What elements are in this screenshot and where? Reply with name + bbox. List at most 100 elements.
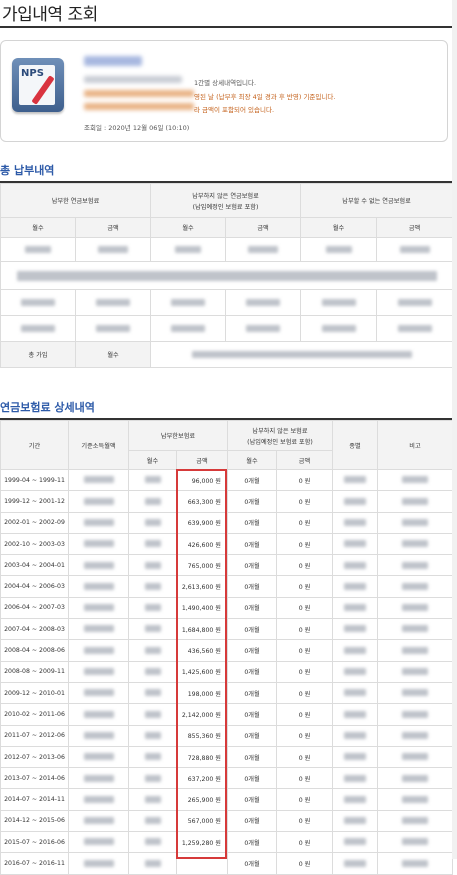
redacted-value bbox=[144, 817, 161, 825]
redacted-cell bbox=[128, 618, 177, 641]
redacted-value bbox=[144, 476, 161, 484]
amount-cell bbox=[176, 852, 228, 875]
table-row: 2008-04 ~ 2008-06 436,560 원 0개월 0 원 bbox=[0, 639, 453, 662]
header-unpaid-line1: 납부하지 않은 연금보험료 bbox=[192, 192, 259, 200]
query-date: 조회일 : 2020년 12월 06일 (10:10) bbox=[84, 124, 190, 132]
unpaid-amount-cell: 0 원 bbox=[276, 639, 333, 662]
period-cell: 2014-07 ~ 2014-11 bbox=[0, 788, 69, 811]
redacted-value bbox=[144, 518, 161, 526]
header-unpaid-line2: (납입예정인 보험료 포함) bbox=[192, 203, 259, 211]
redacted-value bbox=[144, 774, 161, 782]
detail-title: 연금보험료 상세내역 bbox=[0, 401, 95, 414]
redacted-value bbox=[83, 817, 114, 825]
redacted-cell bbox=[68, 724, 129, 747]
header-paid: 납부한보험료 bbox=[128, 420, 228, 451]
table-row: 2016-07 ~ 2016-11 0개월 0 원 bbox=[0, 852, 453, 875]
redacted-value bbox=[402, 859, 428, 867]
redacted-text bbox=[84, 103, 194, 110]
unpaid-months-cell: 0개월 bbox=[227, 639, 277, 662]
redacted-value bbox=[344, 561, 366, 569]
redacted-cell bbox=[377, 852, 453, 875]
redacted-value bbox=[402, 646, 428, 654]
redacted-value bbox=[83, 795, 114, 803]
table-row: 2015-07 ~ 2016-06 1,259,280 원 0개월 0 원 bbox=[0, 831, 453, 854]
amount-cell: 426,600 원 bbox=[176, 532, 228, 556]
redacted-cell bbox=[377, 554, 453, 577]
title-rule bbox=[0, 26, 457, 28]
header-type: 종별 bbox=[332, 420, 378, 470]
info-line-2: 영된 날 (납부후 최장 4일 경과 후 반영) 기준입니다. bbox=[194, 93, 336, 101]
redacted-value bbox=[144, 582, 161, 590]
header-amount: 금액 bbox=[176, 450, 228, 470]
redacted-value bbox=[83, 497, 114, 505]
redacted-cell bbox=[332, 639, 378, 662]
unpaid-months-cell: 0개월 bbox=[227, 831, 277, 854]
header-months: 월수 bbox=[227, 450, 277, 470]
redacted-value bbox=[344, 582, 366, 590]
redacted-value bbox=[402, 476, 428, 484]
redacted-value bbox=[344, 838, 366, 846]
redacted-cell bbox=[332, 681, 378, 705]
redacted-value bbox=[344, 774, 366, 782]
redacted-value bbox=[144, 646, 161, 654]
redacted-cell bbox=[0, 237, 76, 262]
redacted-value bbox=[344, 710, 366, 718]
redacted-value bbox=[402, 753, 428, 761]
redacted-cell bbox=[377, 809, 453, 833]
period-cell: 2013-07 ~ 2014-06 bbox=[0, 767, 69, 790]
table-row: 2010-02 ~ 2011-06 2,142,000 원 0개월 0 원 bbox=[0, 703, 453, 726]
redacted-cell bbox=[332, 468, 378, 492]
unpaid-months-cell: 0개월 bbox=[227, 468, 277, 492]
period-cell: 2004-04 ~ 2006-03 bbox=[0, 575, 69, 598]
redacted-value bbox=[144, 604, 161, 612]
redacted-value bbox=[402, 625, 428, 633]
unpaid-months-cell: 0개월 bbox=[227, 490, 277, 513]
redacted-cell bbox=[300, 289, 378, 316]
header-months: 월수 bbox=[150, 217, 227, 238]
unpaid-amount-cell: 0 원 bbox=[276, 703, 333, 726]
redacted-cell bbox=[332, 554, 378, 577]
header-unpaid-line1: 납부하지 않은 보험료 bbox=[252, 427, 308, 435]
table-row: 2011-07 ~ 2012-06 855,360 원 0개월 0 원 bbox=[0, 724, 453, 747]
redacted-value bbox=[344, 518, 366, 526]
detail-table: 기간 기준소득월액 납부한보험료 납부하지 않은 보험료 (납입예정인 보험료 … bbox=[0, 420, 453, 875]
amount-cell: 728,880 원 bbox=[176, 745, 228, 769]
redacted-cell bbox=[377, 618, 453, 641]
header-note: 비고 bbox=[377, 420, 453, 470]
unpaid-months-cell: 0개월 bbox=[227, 724, 277, 747]
redacted-cell bbox=[332, 596, 378, 620]
redacted-cell bbox=[377, 639, 453, 662]
unpaid-amount-cell: 0 원 bbox=[276, 809, 333, 833]
table-row: 2009-12 ~ 2010-01 198,000 원 0개월 0 원 bbox=[0, 681, 453, 705]
redacted-value bbox=[144, 561, 161, 569]
redacted-value bbox=[144, 689, 161, 697]
redacted-cell bbox=[377, 511, 453, 534]
user-name-redacted bbox=[84, 56, 142, 66]
redacted-cell bbox=[300, 315, 378, 342]
redacted-cell bbox=[128, 745, 177, 769]
unpaid-amount-cell: 0 원 bbox=[276, 681, 333, 705]
redacted-value bbox=[144, 731, 161, 739]
redacted-cell bbox=[68, 745, 129, 769]
redacted-value bbox=[402, 795, 428, 803]
redacted-cell bbox=[376, 315, 454, 342]
unpaid-months-cell: 0개월 bbox=[227, 618, 277, 641]
redacted-value bbox=[83, 540, 114, 548]
redacted-cell bbox=[377, 575, 453, 598]
info-line-1: 1간별 상세내역입니다. bbox=[194, 79, 257, 87]
redacted-cell bbox=[332, 724, 378, 747]
table-row: 1999-12 ~ 2001-12 663,300 원 0개월 0 원 bbox=[0, 490, 453, 513]
scrollbar[interactable] bbox=[452, 0, 457, 859]
info-line-3: 라 금액이 포함되어 있습니다. bbox=[194, 106, 275, 114]
redacted-cell bbox=[332, 618, 378, 641]
redacted-cell bbox=[150, 289, 227, 316]
redacted-cell bbox=[332, 767, 378, 790]
redacted-cell bbox=[225, 289, 302, 316]
period-cell: 2014-12 ~ 2015-06 bbox=[0, 809, 69, 833]
unpaid-months-cell: 0개월 bbox=[227, 532, 277, 556]
header-cannot-pay: 납부할 수 없는 연금보험료 bbox=[300, 183, 454, 218]
total-row: 총 가입 월수 bbox=[0, 341, 454, 368]
unpaid-amount-cell: 0 원 bbox=[276, 596, 333, 620]
table-row: 2007-04 ~ 2008-03 1,684,800 원 0개월 0 원 bbox=[0, 618, 453, 641]
redacted-cell bbox=[68, 575, 129, 598]
